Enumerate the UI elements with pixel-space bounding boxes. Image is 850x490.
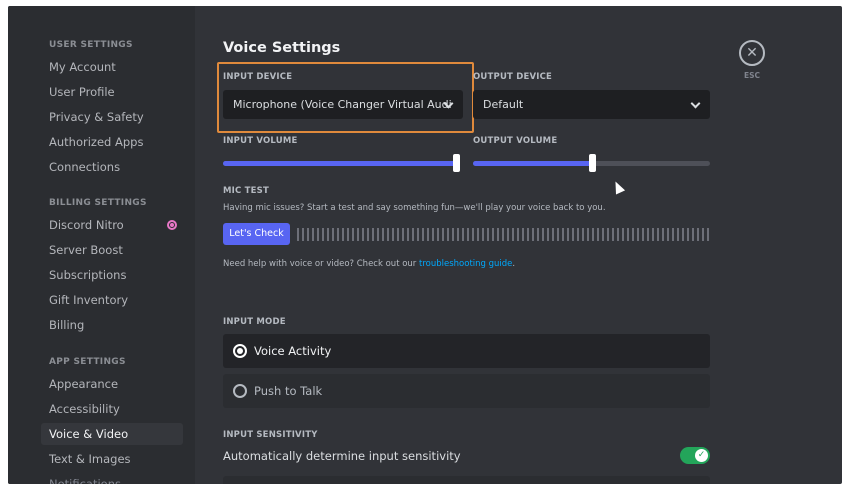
push-to-talk-label: Push to Talk <box>254 384 323 398</box>
settings-sidebar: USER SETTINGS My Account User Profile Pr… <box>8 6 195 484</box>
settings-window: USER SETTINGS My Account User Profile Pr… <box>8 6 842 484</box>
output-device-label: OUTPUT DEVICE <box>473 72 553 82</box>
esc-label: ESC <box>743 71 761 80</box>
input-device-dropdown[interactable]: Microphone (Voice Changer Virtual Audi <box>223 90 463 119</box>
input-device-label: INPUT DEVICE <box>223 72 293 82</box>
mouse-cursor-icon <box>610 179 626 195</box>
auto-sensitivity-toggle[interactable]: ✓ <box>680 447 710 464</box>
close-icon: ✕ <box>746 45 758 61</box>
close-button[interactable]: ✕ <box>739 40 765 66</box>
sidebar-item-gift-inventory[interactable]: Gift Inventory <box>41 289 183 311</box>
output-volume-slider[interactable] <box>473 154 710 172</box>
input-sensitivity-label: INPUT SENSITIVITY <box>223 430 318 440</box>
help-text: Need help with voice or video? Check out… <box>223 259 515 269</box>
mic-test-description: Having mic issues? Start a test and say … <box>223 203 606 213</box>
auto-sensitivity-label: Automatically determine input sensitivit… <box>223 449 461 463</box>
help-text-suffix: . <box>512 259 516 269</box>
lets-check-button[interactable]: Let's Check <box>223 223 290 245</box>
sidebar-item-privacy-safety[interactable]: Privacy & Safety <box>41 106 183 128</box>
nitro-icon <box>167 220 177 230</box>
sidebar-item-text-images[interactable]: Text & Images <box>41 448 183 470</box>
input-volume-label: INPUT VOLUME <box>223 136 298 146</box>
input-mode-label: INPUT MODE <box>223 317 286 327</box>
output-device-value: Default <box>483 98 524 111</box>
help-text-prefix: Need help with voice or video? Check out… <box>223 259 420 269</box>
sidebar-item-accessibility[interactable]: Accessibility <box>41 398 183 420</box>
output-volume-fill <box>473 161 592 166</box>
input-volume-slider[interactable] <box>223 154 460 172</box>
sidebar-item-connections[interactable]: Connections <box>41 156 183 178</box>
output-volume-label: OUTPUT VOLUME <box>473 136 558 146</box>
sidebar-item-discord-nitro[interactable]: Discord Nitro <box>41 214 183 236</box>
input-volume-thumb[interactable] <box>453 154 460 172</box>
sidebar-item-authorized-apps[interactable]: Authorized Apps <box>41 131 183 153</box>
sidebar-item-my-account[interactable]: My Account <box>41 56 183 78</box>
mic-test-label: MIC TEST <box>223 186 269 196</box>
voice-activity-option[interactable]: Voice Activity <box>223 334 710 368</box>
chevron-down-icon <box>690 98 701 109</box>
sidebar-item-subscriptions[interactable]: Subscriptions <box>41 264 183 286</box>
page-title: Voice Settings <box>223 40 341 56</box>
radio-selected-icon <box>233 344 247 358</box>
sidebar-header-app-settings: APP SETTINGS <box>49 357 126 367</box>
radio-unselected-icon <box>233 384 247 398</box>
input-device-value: Microphone (Voice Changer Virtual Audi <box>233 98 452 111</box>
input-volume-fill <box>223 161 460 166</box>
sidebar-item-user-profile[interactable]: User Profile <box>41 81 183 103</box>
sidebar-item-label: Discord Nitro <box>49 218 124 232</box>
checkmark-icon: ✓ <box>695 449 708 462</box>
push-to-talk-option[interactable]: Push to Talk <box>223 374 710 408</box>
sidebar-header-user-settings: USER SETTINGS <box>49 40 133 50</box>
voice-settings-panel: Voice Settings INPUT DEVICE Microphone (… <box>195 6 842 484</box>
sidebar-item-notifications[interactable]: Notifications <box>41 473 183 484</box>
sensitivity-bar <box>223 476 710 484</box>
sidebar-header-billing-settings: BILLING SETTINGS <box>49 198 147 208</box>
troubleshooting-guide-link[interactable]: troubleshooting guide <box>419 259 512 269</box>
output-device-dropdown[interactable]: Default <box>473 90 710 119</box>
sidebar-item-server-boost[interactable]: Server Boost <box>41 239 183 261</box>
mic-level-meter <box>297 228 709 241</box>
voice-activity-label: Voice Activity <box>254 344 332 358</box>
sidebar-item-billing[interactable]: Billing <box>41 314 183 336</box>
output-volume-thumb[interactable] <box>589 154 596 172</box>
sidebar-item-voice-video[interactable]: Voice & Video <box>41 423 183 445</box>
sidebar-item-appearance[interactable]: Appearance <box>41 373 183 395</box>
